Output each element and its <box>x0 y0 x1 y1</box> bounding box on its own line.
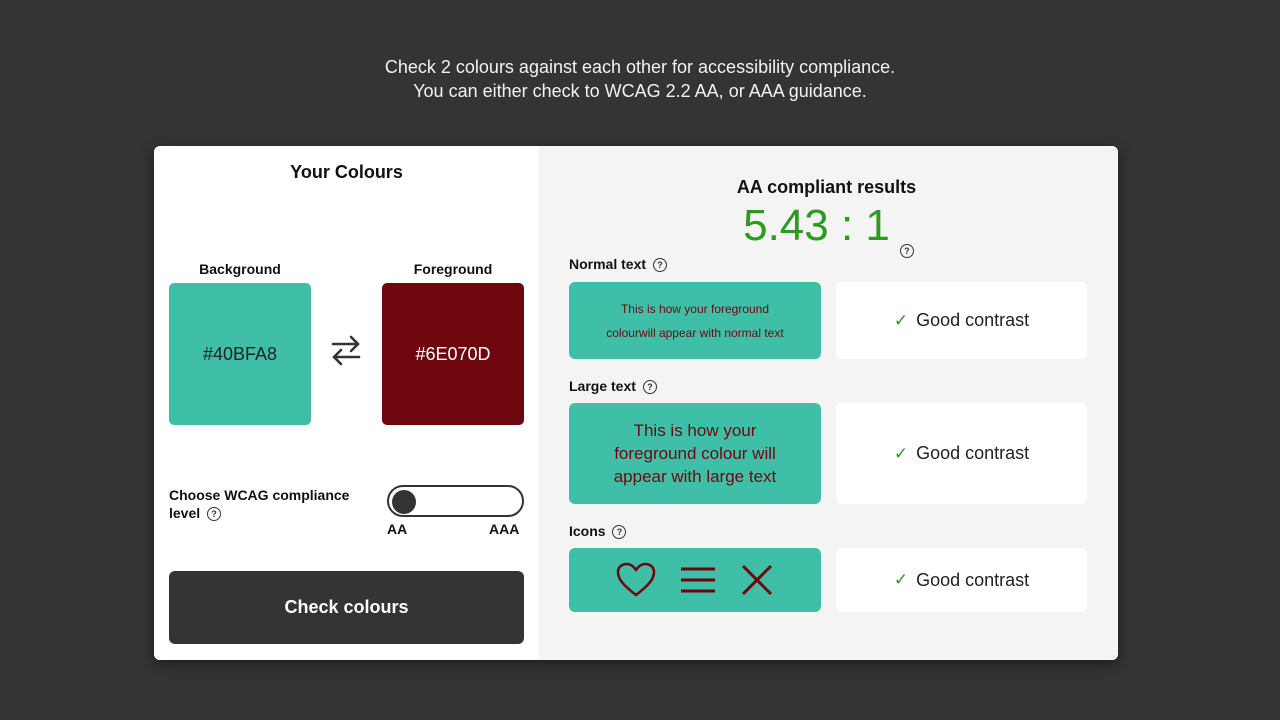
large-text-preview: This is how your foreground colour will … <box>569 403 821 504</box>
background-colour-swatch[interactable]: #40BFA8 <box>169 283 311 425</box>
background-label: Background <box>199 261 281 277</box>
your-colours-panel: Your Colours Background Foreground #40BF… <box>154 146 539 660</box>
foreground-label: Foreground <box>413 261 493 277</box>
help-icon[interactable]: ? <box>652 258 667 273</box>
large-text-result: ✓ Good contrast <box>836 403 1087 504</box>
toggle-knob[interactable] <box>392 490 416 514</box>
swap-colours-button[interactable] <box>328 332 364 368</box>
icons-label: Icons ? <box>569 523 627 540</box>
help-icon[interactable]: ? <box>642 380 657 395</box>
checkmark-icon: ✓ <box>893 570 909 589</box>
icons-result: ✓ Good contrast <box>836 548 1087 612</box>
contrast-ratio: 5.43 : 1? <box>539 201 1118 258</box>
foreground-hex: #6E070D <box>415 343 491 364</box>
check-colours-button[interactable]: Check colours <box>169 571 524 644</box>
contrast-ratio-value: 5.43 : 1 <box>743 201 890 250</box>
your-colours-title: Your Colours <box>290 162 403 182</box>
icons-preview <box>569 548 821 612</box>
wcag-level-toggle[interactable] <box>387 485 524 517</box>
help-icon[interactable]: ? <box>899 244 914 258</box>
close-icon <box>741 564 773 596</box>
intro-text: Check 2 colours against each other for a… <box>0 55 1280 103</box>
normal-text-preview: This is how your foreground colourwill a… <box>569 282 821 359</box>
help-icon[interactable]: ? <box>207 507 222 522</box>
toggle-label-aaa[interactable]: AAA <box>489 521 519 537</box>
normal-text-label: Normal text ? <box>569 256 667 273</box>
wcag-level-label: Choose WCAG compliance level ? <box>169 487 350 522</box>
menu-icon <box>681 567 715 593</box>
swap-arrows-icon <box>331 335 361 366</box>
foreground-colour-swatch[interactable]: #6E070D <box>382 283 524 425</box>
checkmark-icon: ✓ <box>893 443 909 463</box>
background-hex: #40BFA8 <box>202 343 278 364</box>
contrast-checker-card: Your Colours Background Foreground #40BF… <box>154 146 1118 660</box>
heart-icon <box>616 562 656 597</box>
results-title: AA compliant results <box>736 177 917 197</box>
results-panel: AA compliant results 5.43 : 1? Normal te… <box>539 146 1118 660</box>
intro-line-1: Check 2 colours against each other for a… <box>384 57 896 77</box>
help-icon[interactable]: ? <box>612 525 627 540</box>
normal-text-result: ✓ Good contrast <box>836 282 1087 359</box>
toggle-label-aa[interactable]: AA <box>387 521 407 537</box>
intro-line-2: You can either check to WCAG 2.2 AA, or … <box>413 81 867 101</box>
large-text-label: Large text ? <box>569 378 657 395</box>
checkmark-icon: ✓ <box>893 310 909 330</box>
